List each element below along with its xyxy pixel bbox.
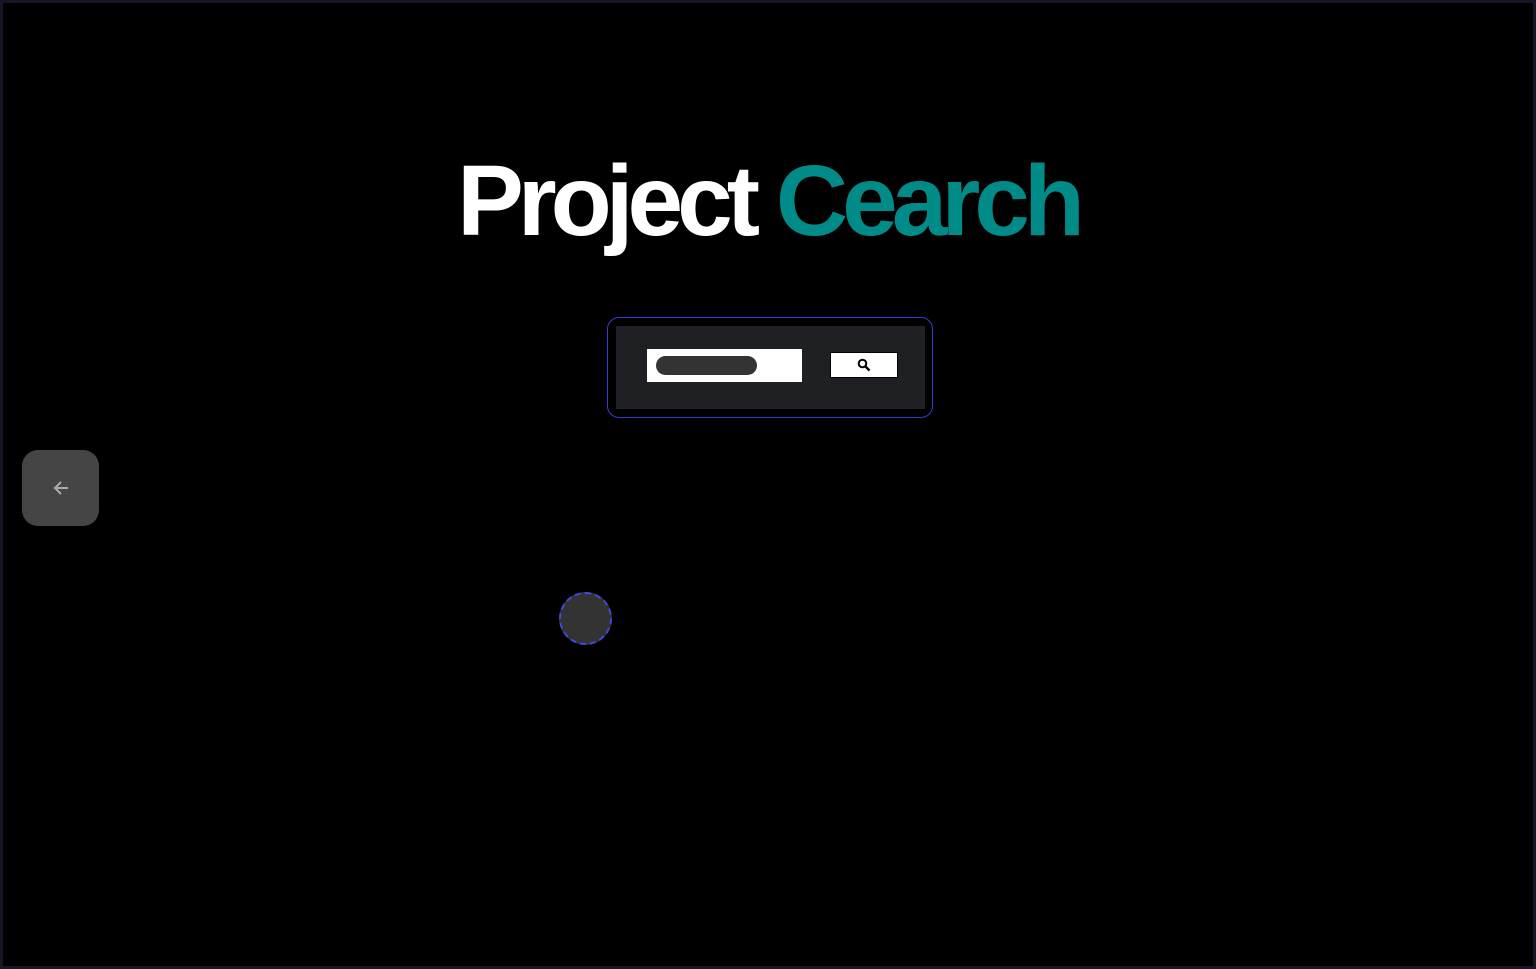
back-button[interactable]	[22, 450, 99, 526]
dashed-circle-handle[interactable]	[559, 592, 612, 645]
search-button[interactable]	[830, 352, 898, 378]
page-background: Project Cearch	[3, 3, 1533, 966]
search-panel	[616, 326, 925, 409]
search-input[interactable]	[647, 349, 802, 382]
search-form	[607, 317, 933, 418]
search-icon	[857, 358, 871, 372]
title-part-project: Project	[457, 145, 760, 257]
search-input-placeholder-bar	[656, 356, 757, 375]
arrow-left-icon	[53, 481, 68, 495]
page-title: Project Cearch	[3, 151, 1533, 251]
title-part-cearch: Cearch	[775, 145, 1085, 257]
